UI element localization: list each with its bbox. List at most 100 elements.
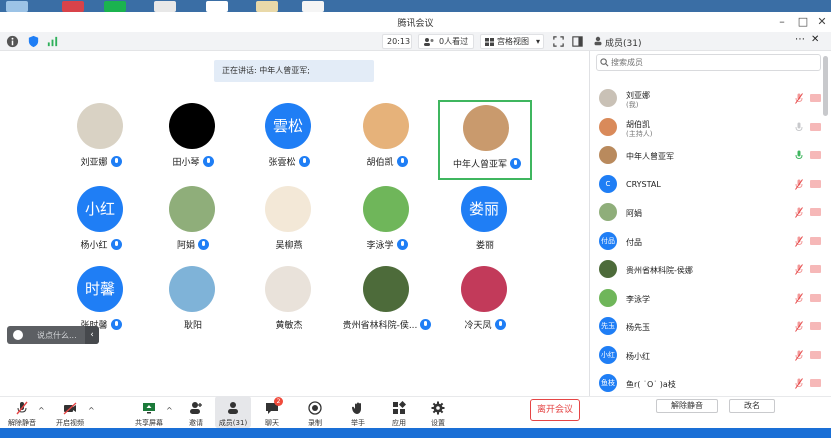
participant-tile[interactable]: 田小琴 bbox=[146, 100, 240, 180]
apps-button[interactable]: 应用 bbox=[383, 400, 415, 428]
settings-button[interactable]: 设置 bbox=[422, 400, 454, 428]
camera-off-icon[interactable] bbox=[810, 208, 821, 216]
muted-mic-icon[interactable] bbox=[795, 178, 803, 190]
muted-mic-icon[interactable] bbox=[795, 349, 803, 361]
sidebar-toggle-icon[interactable] bbox=[571, 35, 584, 48]
unmute-all-button[interactable]: 解除静音 bbox=[656, 399, 718, 413]
unmute-button[interactable]: 解除静音 bbox=[6, 400, 38, 428]
camera-off-icon[interactable] bbox=[810, 179, 821, 188]
more-options-icon[interactable]: ⋯ bbox=[795, 34, 805, 45]
camera-off-icon[interactable] bbox=[810, 94, 821, 102]
member-row[interactable]: 贵州省林科院-侯娜 bbox=[596, 258, 824, 280]
close-button[interactable]: ✕ bbox=[815, 15, 829, 29]
member-search-input[interactable] bbox=[611, 56, 811, 69]
apps-icon bbox=[393, 401, 406, 414]
participant-tile[interactable]: 中年人曾亚军 bbox=[438, 100, 532, 180]
desktop-app-icon[interactable] bbox=[302, 1, 324, 12]
participant-tile[interactable]: 耿阳 bbox=[146, 263, 240, 343]
camera-off-icon[interactable] bbox=[810, 265, 821, 273]
member-row[interactable]: 阿娟 bbox=[596, 201, 824, 223]
share-screen-button[interactable]: 共享屏幕 bbox=[133, 400, 165, 428]
invite-button[interactable]: 邀请 bbox=[180, 400, 212, 428]
camera-off-icon[interactable] bbox=[810, 379, 821, 387]
participant-tile[interactable]: 刘亚娜 bbox=[54, 100, 148, 180]
desktop-app-icon[interactable] bbox=[206, 1, 228, 12]
member-name: 李泳学 bbox=[626, 294, 650, 304]
apps-label: 应用 bbox=[392, 419, 406, 427]
participant-tile[interactable]: 小红 杨小红 bbox=[54, 183, 148, 263]
member-row[interactable]: 付品 付品 bbox=[596, 230, 824, 252]
raise-hand-button[interactable]: 举手 bbox=[342, 400, 374, 428]
desktop-app-icon[interactable] bbox=[154, 1, 176, 12]
gear-icon bbox=[431, 401, 445, 415]
member-row[interactable]: 刘亚娜 (我) bbox=[596, 87, 824, 109]
start-video-button[interactable]: 开启视频 bbox=[54, 400, 86, 428]
fullscreen-icon[interactable] bbox=[552, 35, 565, 48]
signal-icon[interactable] bbox=[46, 35, 59, 48]
member-row[interactable]: C CRYSTAL bbox=[596, 173, 824, 195]
settings-label: 设置 bbox=[431, 419, 445, 427]
desktop-app-icon[interactable] bbox=[104, 1, 126, 12]
chat-button[interactable]: 2 聊天 bbox=[256, 397, 288, 428]
desktop-app-icon[interactable] bbox=[62, 1, 84, 12]
participant-avatar bbox=[363, 186, 409, 232]
share-options-chevron-icon[interactable]: ^ bbox=[166, 406, 173, 415]
muted-mic-icon[interactable] bbox=[795, 378, 803, 389]
participant-tile[interactable]: 胡伯凯 bbox=[340, 100, 434, 180]
member-row[interactable]: 小红 杨小红 bbox=[596, 344, 824, 366]
mic-icon bbox=[110, 156, 122, 167]
member-row[interactable]: 胡伯凯 (主持人) bbox=[596, 116, 824, 138]
participant-tile[interactable]: 娄丽 娄丽 bbox=[438, 183, 532, 263]
participant-name-text: 阿娟 bbox=[176, 241, 195, 251]
camera-off-icon[interactable] bbox=[810, 122, 821, 131]
camera-off-icon[interactable] bbox=[810, 293, 821, 302]
close-panel-icon[interactable]: ✕ bbox=[811, 34, 819, 45]
mic-icon[interactable] bbox=[795, 150, 803, 161]
members-button[interactable]: 成员(31) bbox=[217, 400, 249, 428]
member-row[interactable]: 先玉 杨先玉 bbox=[596, 315, 824, 337]
camera-off-icon[interactable] bbox=[810, 322, 821, 330]
camera-off-icon[interactable] bbox=[810, 236, 821, 245]
participant-tile[interactable]: 李泳学 bbox=[340, 183, 434, 263]
camera-off-icon[interactable] bbox=[810, 350, 821, 359]
muted-mic-icon bbox=[16, 401, 28, 415]
video-options-chevron-icon[interactable]: ^ bbox=[88, 406, 95, 415]
participant-tile[interactable]: 阿娟 bbox=[146, 183, 240, 263]
rename-button[interactable]: 改名 bbox=[729, 399, 775, 413]
camera-off-icon[interactable] bbox=[810, 151, 821, 159]
record-button[interactable]: 录制 bbox=[299, 400, 331, 428]
muted-mic-icon[interactable] bbox=[795, 235, 803, 247]
muted-mic-icon[interactable] bbox=[795, 321, 803, 332]
member-role: (主持人) bbox=[626, 129, 653, 138]
members-panel-title: 成员(31) bbox=[605, 39, 642, 49]
info-icon[interactable] bbox=[6, 35, 19, 48]
viewers-button[interactable]: 0人看过 bbox=[418, 34, 474, 49]
maximize-button[interactable]: □ bbox=[796, 15, 810, 29]
emoji-icon[interactable] bbox=[13, 330, 23, 340]
participant-avatar: 雲松 bbox=[265, 103, 311, 149]
participant-tile[interactable]: 贵州省林科院-侯... bbox=[340, 263, 434, 343]
collapse-chat-icon[interactable]: ‹ bbox=[85, 326, 99, 344]
muted-mic-icon[interactable] bbox=[795, 93, 803, 104]
muted-mic-icon[interactable] bbox=[795, 207, 803, 218]
mic-icon[interactable] bbox=[795, 122, 803, 133]
quick-chat-input[interactable]: 说点什么... ‹ bbox=[7, 326, 99, 344]
minimize-button[interactable]: – bbox=[775, 15, 789, 29]
participant-tile[interactable]: 吴柳燕 bbox=[242, 183, 336, 263]
muted-mic-icon[interactable] bbox=[795, 292, 803, 304]
desktop-app-icon[interactable] bbox=[256, 1, 278, 12]
audio-options-chevron-icon[interactable]: ^ bbox=[38, 406, 45, 415]
member-row[interactable]: 鱼枝 鱼r( ˙O˙ )a枝 bbox=[596, 372, 824, 394]
member-row[interactable]: 中年人曾亚军 bbox=[596, 144, 824, 166]
shield-icon[interactable] bbox=[27, 35, 40, 48]
view-mode-dropdown[interactable]: 宫格视图 ▾ bbox=[480, 34, 544, 49]
participant-tile[interactable]: 冷天凤 bbox=[438, 263, 532, 343]
participant-tile[interactable]: 黄敏杰 bbox=[242, 263, 336, 343]
leave-meeting-button[interactable]: 离开会议 bbox=[530, 399, 580, 421]
participant-tile[interactable]: 雲松 张雲松 bbox=[242, 100, 336, 180]
member-search[interactable] bbox=[596, 54, 821, 71]
member-row[interactable]: 李泳学 bbox=[596, 287, 824, 309]
member-avatar: 小红 bbox=[599, 345, 617, 364]
muted-mic-icon[interactable] bbox=[795, 264, 803, 275]
desktop-app-icon[interactable] bbox=[6, 1, 28, 12]
